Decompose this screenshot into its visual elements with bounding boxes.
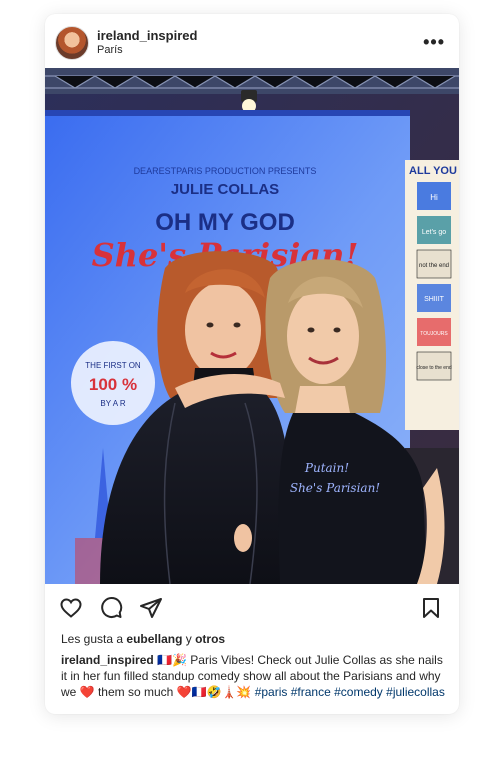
wall-card-4: SHIIIT — [424, 296, 445, 303]
poster-name: JULIE COLLAS — [171, 181, 279, 198]
poster-title-line1: OH MY GOD — [155, 209, 295, 236]
hashtag-link[interactable]: #paris — [255, 685, 288, 699]
poster-badge-line1: THE FIRST ON — [85, 361, 141, 370]
hashtag-link[interactable]: #comedy — [334, 685, 383, 699]
hashtag-link[interactable]: #france — [291, 685, 331, 699]
heart-icon[interactable] — [59, 596, 83, 620]
caption-username[interactable]: ireland_inspired — [61, 653, 154, 667]
likes-summary[interactable]: Les gusta a eubellang y otros — [61, 632, 225, 646]
wall-card-6: close to the end — [416, 365, 452, 371]
poster-production: DEARESTPARIS PRODUCTION PRESENTS — [134, 166, 317, 176]
share-icon[interactable] — [139, 596, 163, 620]
post-photo[interactable]: DEARESTPARIS PRODUCTION PRESENTS JULIE C… — [45, 68, 459, 584]
shirt-line2: She's Parisian! — [290, 481, 380, 495]
likes-prefix: Les gusta a — [61, 632, 124, 646]
comment-icon[interactable] — [99, 596, 123, 620]
instagram-post-card: ireland_inspired París ••• DEARESTPARIS … — [45, 14, 459, 714]
poster-badge-line2: 100 % — [89, 375, 137, 394]
more-options-icon[interactable]: ••• — [423, 32, 445, 53]
user-avatar[interactable] — [55, 26, 89, 60]
wall-card-5: TOUJOURS — [420, 331, 448, 337]
hashtag-link[interactable]: #juliecollas — [386, 685, 445, 699]
post-header: ireland_inspired París ••• — [45, 14, 459, 68]
likes-others[interactable]: otros — [195, 632, 225, 646]
post-username[interactable]: ireland_inspired — [97, 28, 197, 43]
post-location[interactable]: París — [97, 44, 123, 56]
likes-user[interactable]: eubellang — [126, 632, 182, 646]
post-actions-bar — [45, 596, 459, 622]
wall-card-3: not the end — [419, 263, 449, 269]
photo-illustration: DEARESTPARIS PRODUCTION PRESENTS JULIE C… — [45, 68, 459, 584]
wall-sign-header: ALL YOU — [409, 165, 457, 177]
poster-badge-line3: BY A R — [100, 399, 125, 408]
shirt-line1: Putain! — [304, 461, 349, 475]
bookmark-icon[interactable] — [419, 596, 443, 620]
post-caption: ireland_inspired 🇫🇷🎉 Paris Vibes! Check … — [61, 652, 447, 700]
likes-joiner: y — [185, 632, 192, 646]
wall-card-1: Hi — [430, 193, 438, 202]
wall-card-2: Let's go — [422, 229, 446, 236]
